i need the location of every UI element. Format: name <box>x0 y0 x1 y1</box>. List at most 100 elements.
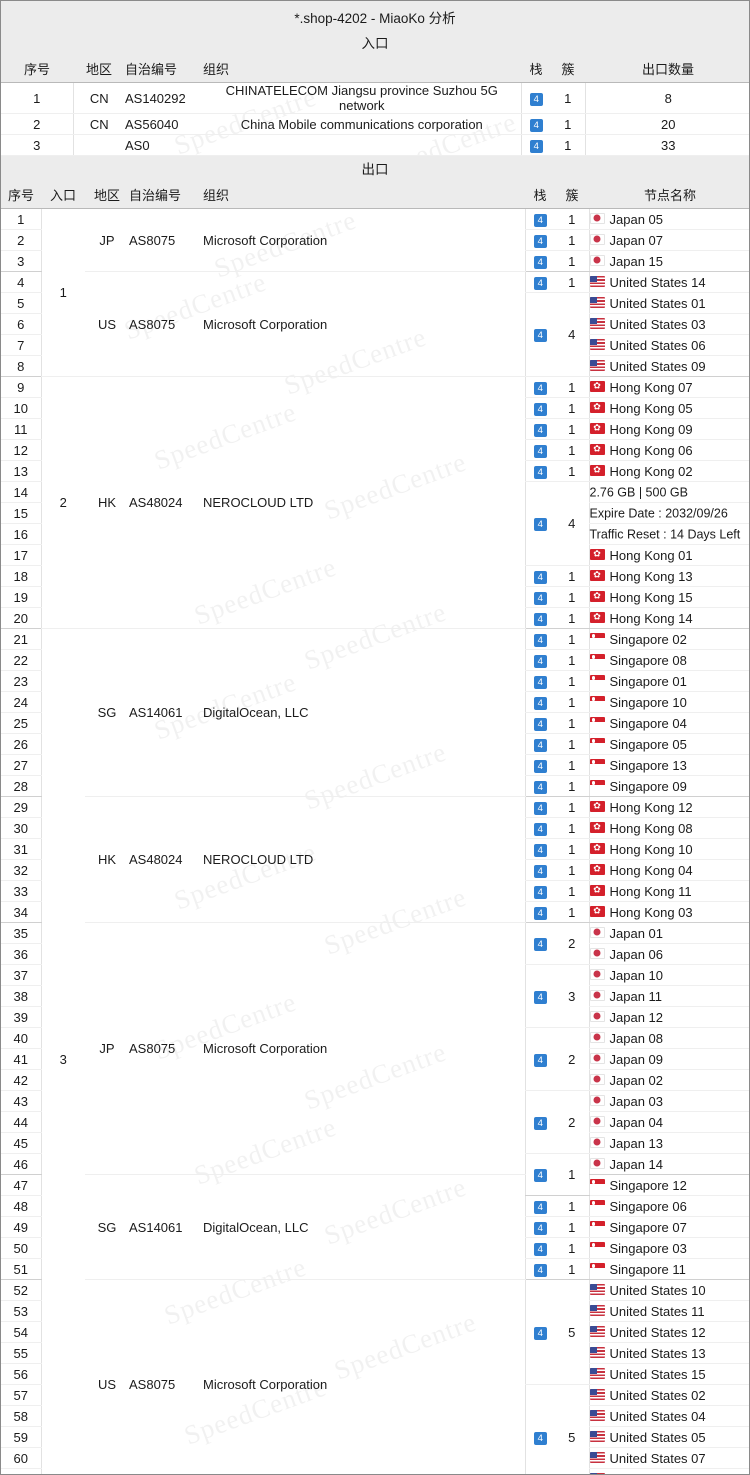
exit-index-cell: 59 <box>1 1426 42 1448</box>
exit-nodename-cell: Singapore 05 <box>588 733 749 755</box>
flag-sg-icon <box>589 674 605 686</box>
exit-nodename-cell: Hong Kong 07 <box>588 376 749 398</box>
exit-cluster-cell: 1 <box>555 376 589 398</box>
exit-index-cell: 10 <box>1 397 42 419</box>
exit-nodename-cell: Japan 14 <box>588 1153 749 1175</box>
exit-region-cell: JP <box>85 208 129 272</box>
flag-jp-icon <box>589 1031 605 1043</box>
exit-asn-cell: AS48024 <box>129 796 203 923</box>
ipv4-stack-badge: 4 <box>533 570 547 584</box>
exit-section-title: 出口 <box>1 156 749 182</box>
exit-cluster-cell: 1 <box>555 796 589 818</box>
flag-hk-icon <box>589 863 605 875</box>
flag-jp-icon <box>589 254 605 266</box>
exit-col-nodename: 节点名称 <box>589 182 749 209</box>
exit-col-cluster: 簇 <box>555 182 589 209</box>
flag-hk-icon <box>589 422 605 434</box>
table-row[interactable]: 35 JP AS8075 Microsoft Corporation 4 2 Japan 0… <box>1 922 749 1175</box>
table-row[interactable]: 92HKAS48024NEROCLOUD LTD41Hong Kong 07 <box>1 376 749 629</box>
exit-org-cell: Microsoft Corporation <box>203 208 525 272</box>
flag-jp-icon <box>589 1094 605 1106</box>
exit-col-index: 序号 <box>1 182 41 209</box>
exit-stack-cell: 4 <box>524 922 555 965</box>
exit-cluster-cell: 1 <box>555 691 589 713</box>
exit-index-cell: 4 <box>1 271 42 293</box>
table-row[interactable]: 52 US AS8075 Microsoft Corporation 4 5 United … <box>1 1279 749 1474</box>
node-label: United States 02 <box>609 1388 706 1404</box>
exit-org-cell: Microsoft Corporation <box>203 922 525 1175</box>
exit-stack-cell: 4 <box>524 229 555 251</box>
table-row[interactable]: 1 1 JP AS8075 Microsoft Corporation 4 1 Japan 0… <box>1 208 749 377</box>
node-label: Hong Kong 03 <box>609 905 693 921</box>
exit-nodename-cell: Hong Kong 09 <box>588 418 749 440</box>
table-row[interactable]: 1 CN AS140292 CHINATELECOM Jiangsu province… <box>1 82 749 114</box>
flag-jp-icon <box>589 1115 605 1127</box>
exit-nodename-cell: 2.76 GB | 500 GB <box>588 481 749 503</box>
flag-us-icon <box>589 1430 605 1442</box>
exit-cluster-cell: 1 <box>555 817 589 839</box>
node-label: Hong Kong 08 <box>609 821 693 837</box>
ipv4-stack-badge: 4 <box>533 213 547 227</box>
entry-org-cell: CHINATELECOM Jiangsu province Suzhou 5G … <box>203 82 521 114</box>
exit-stack-cell: 4 <box>524 880 555 902</box>
flag-jp-icon <box>589 1010 605 1022</box>
entry-table: 序号 地区 自治编号 组织 栈 簇 出口数量 1 CN AS140292 CHINAT… <box>1 56 749 156</box>
node-label: 2.76 GB | 500 GB <box>589 485 688 500</box>
node-label: Hong Kong 10 <box>609 842 693 858</box>
exit-cluster-cell: 3 <box>555 964 589 1028</box>
exit-cluster-cell: 5 <box>555 1279 589 1385</box>
flag-jp-icon <box>589 1136 605 1148</box>
flag-hk-icon <box>589 590 605 602</box>
exit-nodename-cell: Singapore 03 <box>588 1237 749 1259</box>
exit-index-cell: 27 <box>1 754 42 776</box>
exit-cluster-cell: 1 <box>555 733 589 755</box>
ipv4-stack-badge: 4 <box>533 990 547 1004</box>
exit-org-cell: Microsoft Corporation <box>203 271 525 377</box>
table-row[interactable]: 3 AS0 4 1 33 <box>1 134 749 156</box>
node-label: Japan 13 <box>609 1136 664 1152</box>
exit-org-cell: Microsoft Corporation <box>203 1279 525 1474</box>
exit-nodename-cell: Hong Kong 02 <box>588 460 749 482</box>
table-row[interactable]: 2 CN AS56040 China Mobile communications co… <box>1 113 749 135</box>
exit-stack-cell: 4 <box>524 796 555 818</box>
table-row[interactable]: 21 3 SG AS14061 DigitalOcean, LLC 4 1 Singapore… <box>1 628 749 1474</box>
flag-jp-icon <box>589 212 605 224</box>
exit-stack-cell: 4 <box>524 208 555 230</box>
exit-region-cell: US <box>85 271 129 377</box>
entry-stack-cell: 4 <box>520 113 551 135</box>
exit-cluster-cell: 1 <box>555 712 589 734</box>
ipv4-stack-badge: 4 <box>533 633 547 647</box>
entry-region-cell <box>73 134 125 156</box>
exit-index-cell: 26 <box>1 733 42 755</box>
table-row[interactable]: 47 SG AS14061 DigitalOcean, LLC Singapore 12 <box>1 1174 749 1280</box>
entry-region-cell: CN <box>73 113 125 135</box>
flag-us-icon <box>589 1451 605 1463</box>
exit-cluster-cell: 1 <box>555 460 589 482</box>
flag-us-icon <box>589 1304 605 1316</box>
flag-jp-icon <box>589 1157 605 1169</box>
flag-sg-icon <box>589 758 605 770</box>
node-label: Expire Date : 2032/09/26 <box>589 506 728 521</box>
flag-us-icon <box>589 1367 605 1379</box>
ipv4-stack-badge: 4 <box>533 465 547 479</box>
entry-org-cell: China Mobile communications corporation <box>203 113 521 135</box>
exit-index-cell: 44 <box>1 1111 42 1133</box>
flag-hk-icon <box>589 464 605 476</box>
table-row[interactable]: 4 US AS8075 Microsoft Corporation 4 1 United S… <box>1 271 749 377</box>
node-label: Singapore 02 <box>609 632 687 648</box>
ipv4-stack-badge: 4 <box>533 381 547 395</box>
node-label: United States 10 <box>609 1283 706 1299</box>
exit-asn-cell: AS8075 <box>129 1279 203 1474</box>
exit-asn-cell: AS14061 <box>129 628 203 797</box>
flag-hk-icon <box>589 884 605 896</box>
exit-index-cell: 12 <box>1 439 42 461</box>
entry-stack-cell: 4 <box>520 82 551 114</box>
entry-exitcount-cell: 33 <box>584 134 749 156</box>
flag-jp-icon <box>589 947 605 959</box>
exit-nodename-cell: Singapore 13 <box>588 754 749 776</box>
exit-index-cell: 39 <box>1 1006 42 1028</box>
ipv4-stack-badge: 4 <box>533 1169 547 1183</box>
ipv4-stack-badge: 4 <box>533 843 547 857</box>
table-row[interactable]: 29HKAS48024NEROCLOUD LTD41Hong Kong 12 <box>1 796 749 923</box>
exit-stack-cell: 4 <box>524 628 555 650</box>
